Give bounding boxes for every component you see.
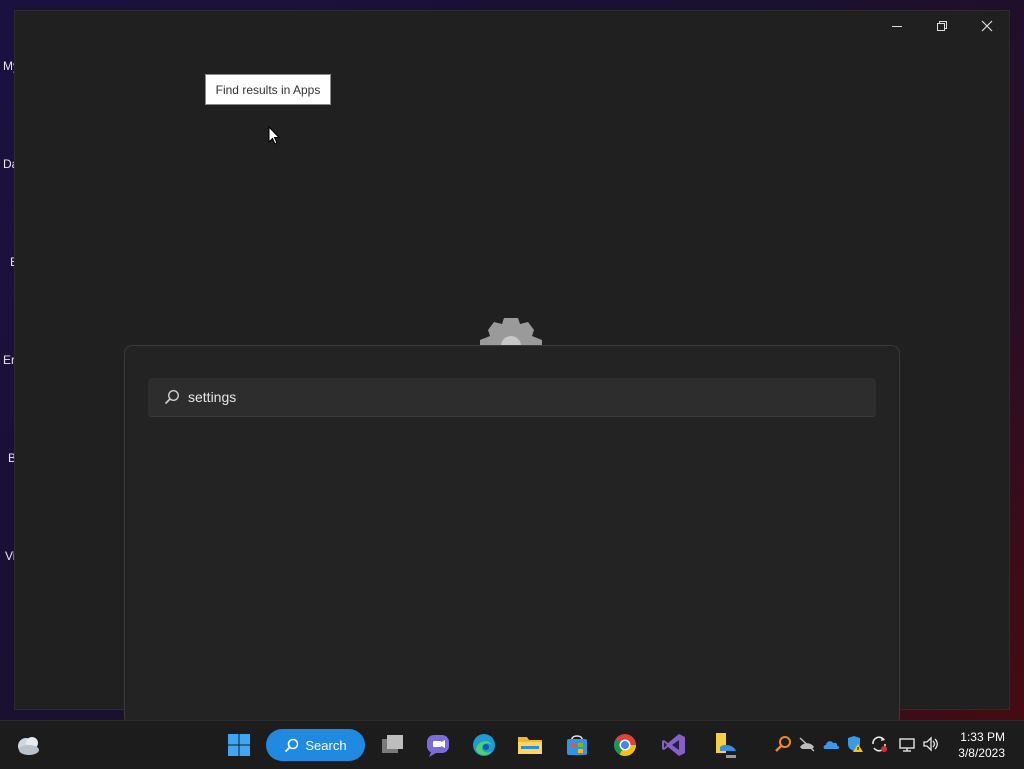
file-explorer-icon xyxy=(518,737,542,754)
search-label: Search xyxy=(305,737,347,753)
volume-icon xyxy=(923,736,938,752)
volume-tray[interactable] xyxy=(922,735,940,753)
start-button[interactable] xyxy=(225,731,253,759)
taskbar-search-button[interactable]: Search xyxy=(266,729,365,761)
onedrive-tray[interactable] xyxy=(822,735,840,753)
taskbar: Search 1:33 PM 3/8/2023 xyxy=(0,720,1024,769)
onedrive-icon xyxy=(823,741,840,749)
sync-icon xyxy=(872,736,887,752)
tooltip: Find results in Apps xyxy=(205,74,331,105)
restore-icon xyxy=(937,20,947,31)
task-view-icon xyxy=(382,735,403,753)
store-button[interactable] xyxy=(563,731,591,759)
sync-tray[interactable] xyxy=(870,735,888,753)
desktop-label[interactable]: Vi xyxy=(5,549,15,563)
search-icon xyxy=(164,389,180,405)
network-tray[interactable] xyxy=(798,735,816,753)
notes-button[interactable] xyxy=(712,731,740,759)
search-icon xyxy=(285,738,299,752)
minimize-icon xyxy=(892,25,902,27)
no-network-icon xyxy=(799,737,815,752)
visual-studio-button[interactable] xyxy=(660,731,688,759)
restore-button[interactable] xyxy=(920,11,965,41)
task-view-button[interactable] xyxy=(379,731,407,759)
notes-icon xyxy=(716,733,736,758)
windows-logo-icon xyxy=(228,734,250,756)
security-warning-icon xyxy=(848,736,863,752)
search-input[interactable] xyxy=(188,378,858,416)
chrome-icon xyxy=(614,734,636,756)
close-icon xyxy=(981,20,992,32)
desktop-icon-labels: My Da E Er B Vi xyxy=(0,0,19,720)
minimize-button[interactable] xyxy=(875,11,920,41)
search-tool-icon xyxy=(775,736,791,752)
search-box[interactable] xyxy=(148,378,876,417)
teams-chat-icon xyxy=(427,735,449,757)
clock-date: 3/8/2023 xyxy=(958,746,1005,760)
security-tray[interactable] xyxy=(846,735,864,753)
mouse-cursor-icon xyxy=(268,126,281,145)
close-button[interactable] xyxy=(964,11,1009,41)
visual-studio-icon xyxy=(662,734,685,756)
teams-chat-button[interactable] xyxy=(424,731,452,759)
weather-icon xyxy=(18,737,39,755)
chrome-button[interactable] xyxy=(611,731,639,759)
search-panel xyxy=(124,345,900,725)
settings-gear-icon xyxy=(480,318,542,348)
edge-icon xyxy=(473,734,495,756)
display-tray[interactable] xyxy=(898,735,916,753)
weather-widget[interactable] xyxy=(14,731,42,759)
desktop-label[interactable]: Er xyxy=(3,353,15,367)
display-icon xyxy=(899,738,915,752)
system-clock[interactable]: 1:33 PM 3/8/2023 xyxy=(958,729,1005,761)
search-tool-tray[interactable] xyxy=(774,735,792,753)
file-explorer-button[interactable] xyxy=(516,731,544,759)
store-icon xyxy=(567,735,587,755)
clock-time: 1:33 PM xyxy=(960,730,1005,744)
edge-button[interactable] xyxy=(470,731,498,759)
